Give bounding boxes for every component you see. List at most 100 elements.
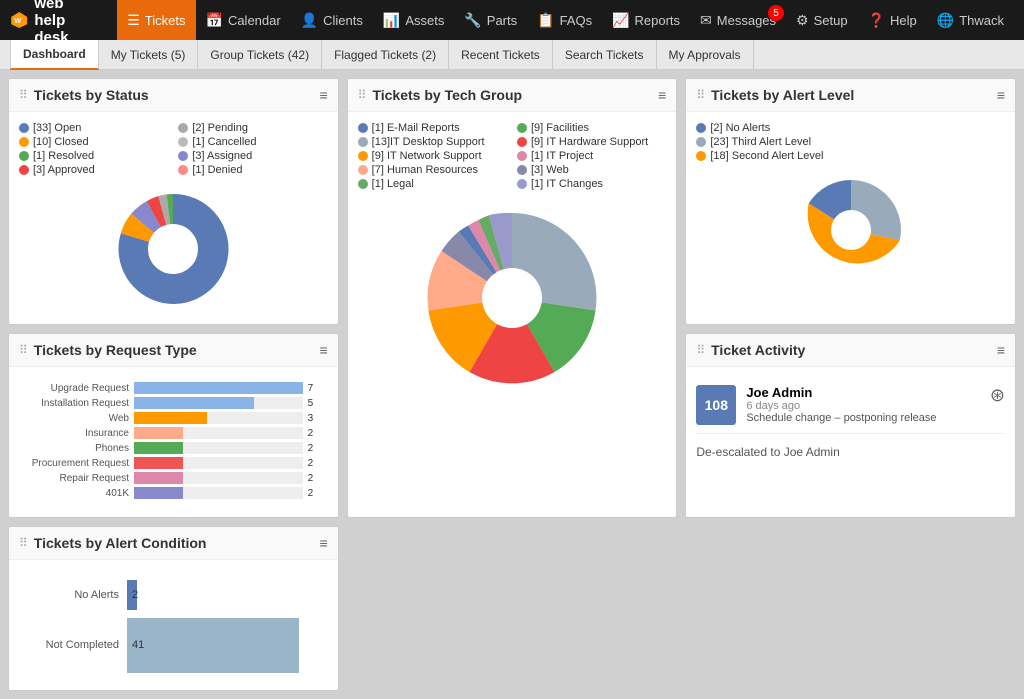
bar-label: Web — [19, 413, 129, 424]
hbar-label-no-alerts: No Alerts — [29, 589, 119, 601]
legend-item: [3] Approved — [19, 164, 168, 176]
bar-row: Phones 2 — [19, 442, 328, 454]
hbar-chart-condition: No Alerts 2 Not Completed 41 — [19, 570, 328, 680]
drag-handle-activity[interactable]: ⠿ — [696, 343, 705, 357]
legend-item: [3] Web — [517, 164, 666, 176]
nav-tickets[interactable]: ☰ Tickets — [117, 0, 195, 40]
thwack-icon: 🌐 — [937, 12, 954, 29]
bar-row: Repair Request 2 — [19, 472, 328, 484]
legend-item: [13]IT Desktop Support — [358, 136, 507, 148]
subnav-recent-tickets[interactable]: Recent Tickets — [449, 40, 553, 70]
bar-track — [134, 457, 303, 469]
svg-text:W: W — [14, 16, 21, 25]
widget-menu-tech[interactable]: ≡ — [658, 87, 666, 103]
help-icon: ❓ — [868, 12, 885, 29]
drag-handle-tech[interactable]: ⠿ — [358, 88, 367, 102]
widget-header-request: ⠿ Tickets by Request Type ≡ — [9, 334, 338, 367]
bar-fill — [134, 457, 183, 469]
nav-parts[interactable]: 🔧 Parts — [454, 0, 527, 40]
bar-value: 2 — [308, 458, 328, 469]
dot — [358, 137, 368, 147]
nav-messages[interactable]: ✉ Messages 5 — [690, 0, 786, 40]
bar-fill — [134, 472, 183, 484]
nav-faqs[interactable]: 📋 FAQs — [527, 0, 602, 40]
legend-item: [1] Denied — [178, 164, 327, 176]
bar-label: 401K — [19, 488, 129, 499]
drag-handle-alert[interactable]: ⠿ — [696, 88, 705, 102]
reports-icon: 📈 — [612, 12, 629, 29]
subnav-search-tickets[interactable]: Search Tickets — [553, 40, 657, 70]
subnav-my-tickets[interactable]: My Tickets (5) — [99, 40, 199, 70]
dashboard: ⠿ Tickets by Status ≡ [33] Open [2] Pend… — [0, 70, 1024, 699]
widget-header-condition: ⠿ Tickets by Alert Condition ≡ — [9, 527, 338, 560]
legend-item: [18] Second Alert Level — [696, 150, 1005, 162]
bar-value: 3 — [308, 413, 328, 424]
hbar-fill: 2 — [127, 580, 137, 610]
nav-thwack[interactable]: 🌐 Thwack — [927, 0, 1014, 40]
parts-icon: 🔧 — [464, 12, 481, 29]
nav-help[interactable]: ❓ Help — [858, 0, 927, 40]
widget-header-status: ⠿ Tickets by Status ≡ — [9, 79, 338, 112]
subnav-flagged-tickets[interactable]: Flagged Tickets (2) — [322, 40, 449, 70]
bar-value: 5 — [308, 398, 328, 409]
dot — [696, 123, 706, 133]
legend-item: [1] Resolved — [19, 150, 168, 162]
dot — [358, 151, 368, 161]
calendar-icon: 📅 — [206, 12, 223, 29]
widget-title-area-status: ⠿ Tickets by Status — [19, 87, 149, 103]
widget-menu-condition[interactable]: ≡ — [319, 535, 327, 551]
widget-menu-activity[interactable]: ≡ — [997, 342, 1005, 358]
widget-body-request: Upgrade Request 7 Installation Request 5… — [9, 367, 338, 517]
bar-track — [134, 427, 303, 439]
subnav-dashboard[interactable]: Dashboard — [10, 40, 99, 70]
bar-value: 2 — [308, 473, 328, 484]
widget-tickets-by-request: ⠿ Tickets by Request Type ≡ Upgrade Requ… — [8, 333, 339, 518]
bar-row: Upgrade Request 7 — [19, 382, 328, 394]
widget-title-request: Tickets by Request Type — [34, 342, 197, 358]
hbar-track: 2 — [127, 575, 318, 615]
ticket-number[interactable]: 108 — [696, 385, 736, 425]
bar-row: 401K 2 — [19, 487, 328, 499]
subnav-my-approvals[interactable]: My Approvals — [657, 40, 754, 70]
dot — [696, 151, 706, 161]
legend-tech: [1] E-Mail Reports [9] Facilities [13]IT… — [358, 122, 667, 190]
widget-menu-request[interactable]: ≡ — [319, 342, 327, 358]
widget-title-status: Tickets by Status — [34, 87, 149, 103]
activity-expand[interactable]: ⊛ — [990, 385, 1005, 425]
nav-assets[interactable]: 📊 Assets — [373, 0, 454, 40]
widget-title-area-alert: ⠿ Tickets by Alert Level — [696, 87, 854, 103]
hbar-val: 2 — [132, 589, 138, 601]
widget-body-alert: [2] No Alerts [23] Third Alert Level [18… — [686, 112, 1015, 300]
bar-track — [134, 442, 303, 454]
dot — [358, 179, 368, 189]
pie-chart-alert — [696, 170, 1005, 290]
nav-clients[interactable]: 👤 Clients — [291, 0, 373, 40]
bar-label: Repair Request — [19, 473, 129, 484]
drag-handle-request[interactable]: ⠿ — [19, 343, 28, 357]
widget-title-activity: Ticket Activity — [711, 342, 805, 358]
dot — [517, 137, 527, 147]
legend-dot-resolved — [19, 151, 29, 161]
widget-title-area-tech: ⠿ Tickets by Tech Group — [358, 87, 522, 103]
bar-label: Upgrade Request — [19, 383, 129, 394]
legend-item: [1] IT Changes — [517, 178, 666, 190]
bar-row: Insurance 2 — [19, 427, 328, 439]
messages-icon: ✉ — [700, 12, 712, 29]
bar-row: Web 3 — [19, 412, 328, 424]
nav-reports[interactable]: 📈 Reports — [602, 0, 690, 40]
nav-calendar[interactable]: 📅 Calendar — [196, 0, 291, 40]
drag-handle-condition[interactable]: ⠿ — [19, 536, 28, 550]
bar-fill — [134, 487, 183, 499]
widget-menu-status[interactable]: ≡ — [319, 87, 327, 103]
nav-setup[interactable]: ⚙ Setup — [786, 0, 858, 40]
activity-detail: Schedule change – postponing release — [746, 412, 980, 424]
widget-body-status: [33] Open [2] Pending [10] Closed [1] Ca… — [9, 112, 338, 324]
subnav-group-tickets[interactable]: Group Tickets (42) — [198, 40, 322, 70]
drag-handle-status[interactable]: ⠿ — [19, 88, 28, 102]
dot — [358, 165, 368, 175]
dot — [517, 179, 527, 189]
hbar-label-not-completed: Not Completed — [29, 639, 119, 651]
messages-badge: 5 — [768, 5, 784, 21]
widget-menu-alert[interactable]: ≡ — [997, 87, 1005, 103]
bar-row: Installation Request 5 — [19, 397, 328, 409]
